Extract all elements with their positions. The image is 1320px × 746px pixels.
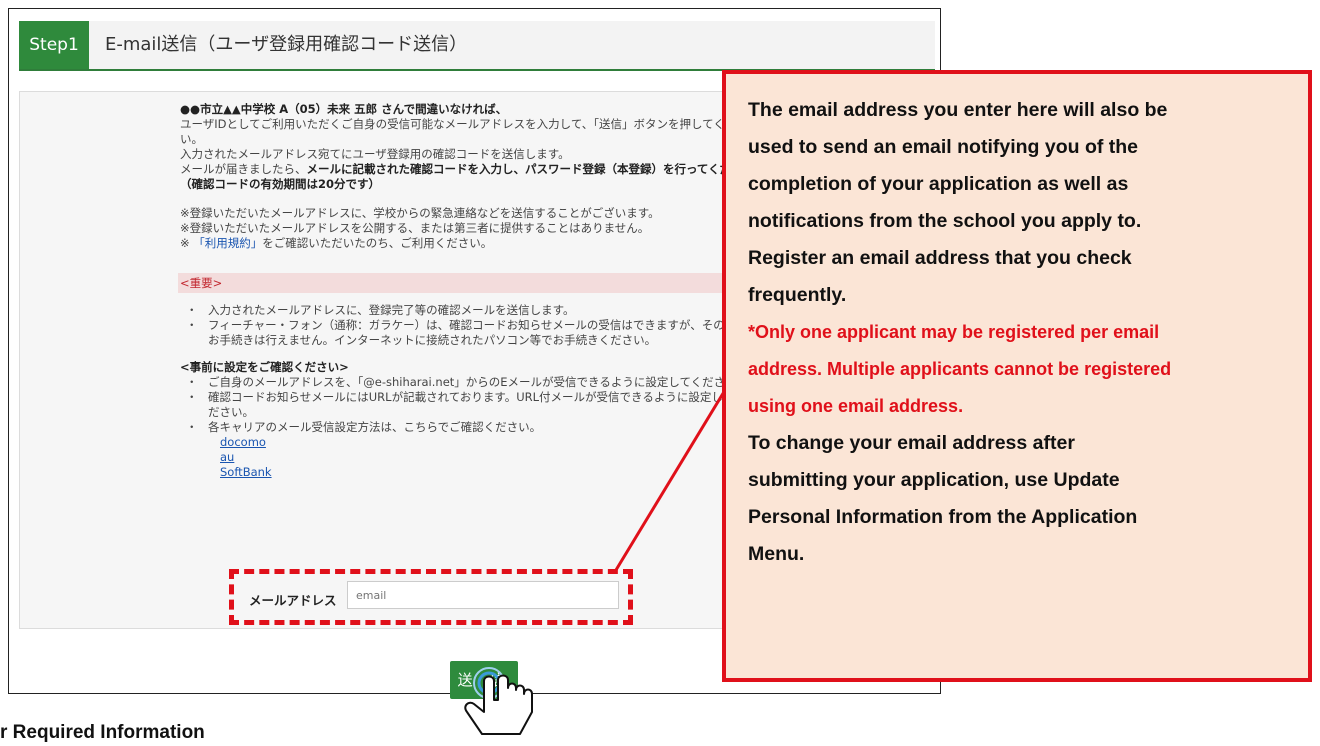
callout-text: used to send an email notifying you of t… (748, 136, 1139, 158)
terms-link[interactable]: 「利用規約」 (193, 236, 262, 250)
callout-text: The email address you enter here will al… (748, 99, 1168, 121)
callout-warning: address. Multiple applicants cannot be r… (748, 359, 1172, 379)
callout-text: To change your email address after (748, 432, 1075, 454)
callout-text: notifications from the school you apply … (748, 210, 1142, 232)
callout-text: Register an email address that you check (748, 247, 1132, 269)
email-highlight-box (229, 569, 633, 625)
page-title: E-mail送信（ユーザ登録用確認コード送信） (105, 34, 468, 55)
callout-text: submitting your application, use Update (748, 469, 1120, 491)
callout-text: frequently. (748, 284, 847, 306)
step-header: Step1 E-mail送信（ユーザ登録用確認コード送信） (19, 21, 935, 71)
callout-warning: using one email address. (748, 396, 964, 416)
section-heading: r Required Information (0, 722, 205, 743)
english-callout: The email address you enter here will al… (722, 70, 1312, 682)
callout-text: Menu. (748, 543, 805, 565)
callout-text: Personal Information from the Applicatio… (748, 506, 1138, 528)
callout-warning: *Only one applicant may be registered pe… (748, 322, 1160, 342)
callout-text: completion of your application as well a… (748, 173, 1129, 195)
step-badge: Step1 (19, 21, 89, 69)
send-button[interactable]: 送 信 (450, 661, 518, 699)
